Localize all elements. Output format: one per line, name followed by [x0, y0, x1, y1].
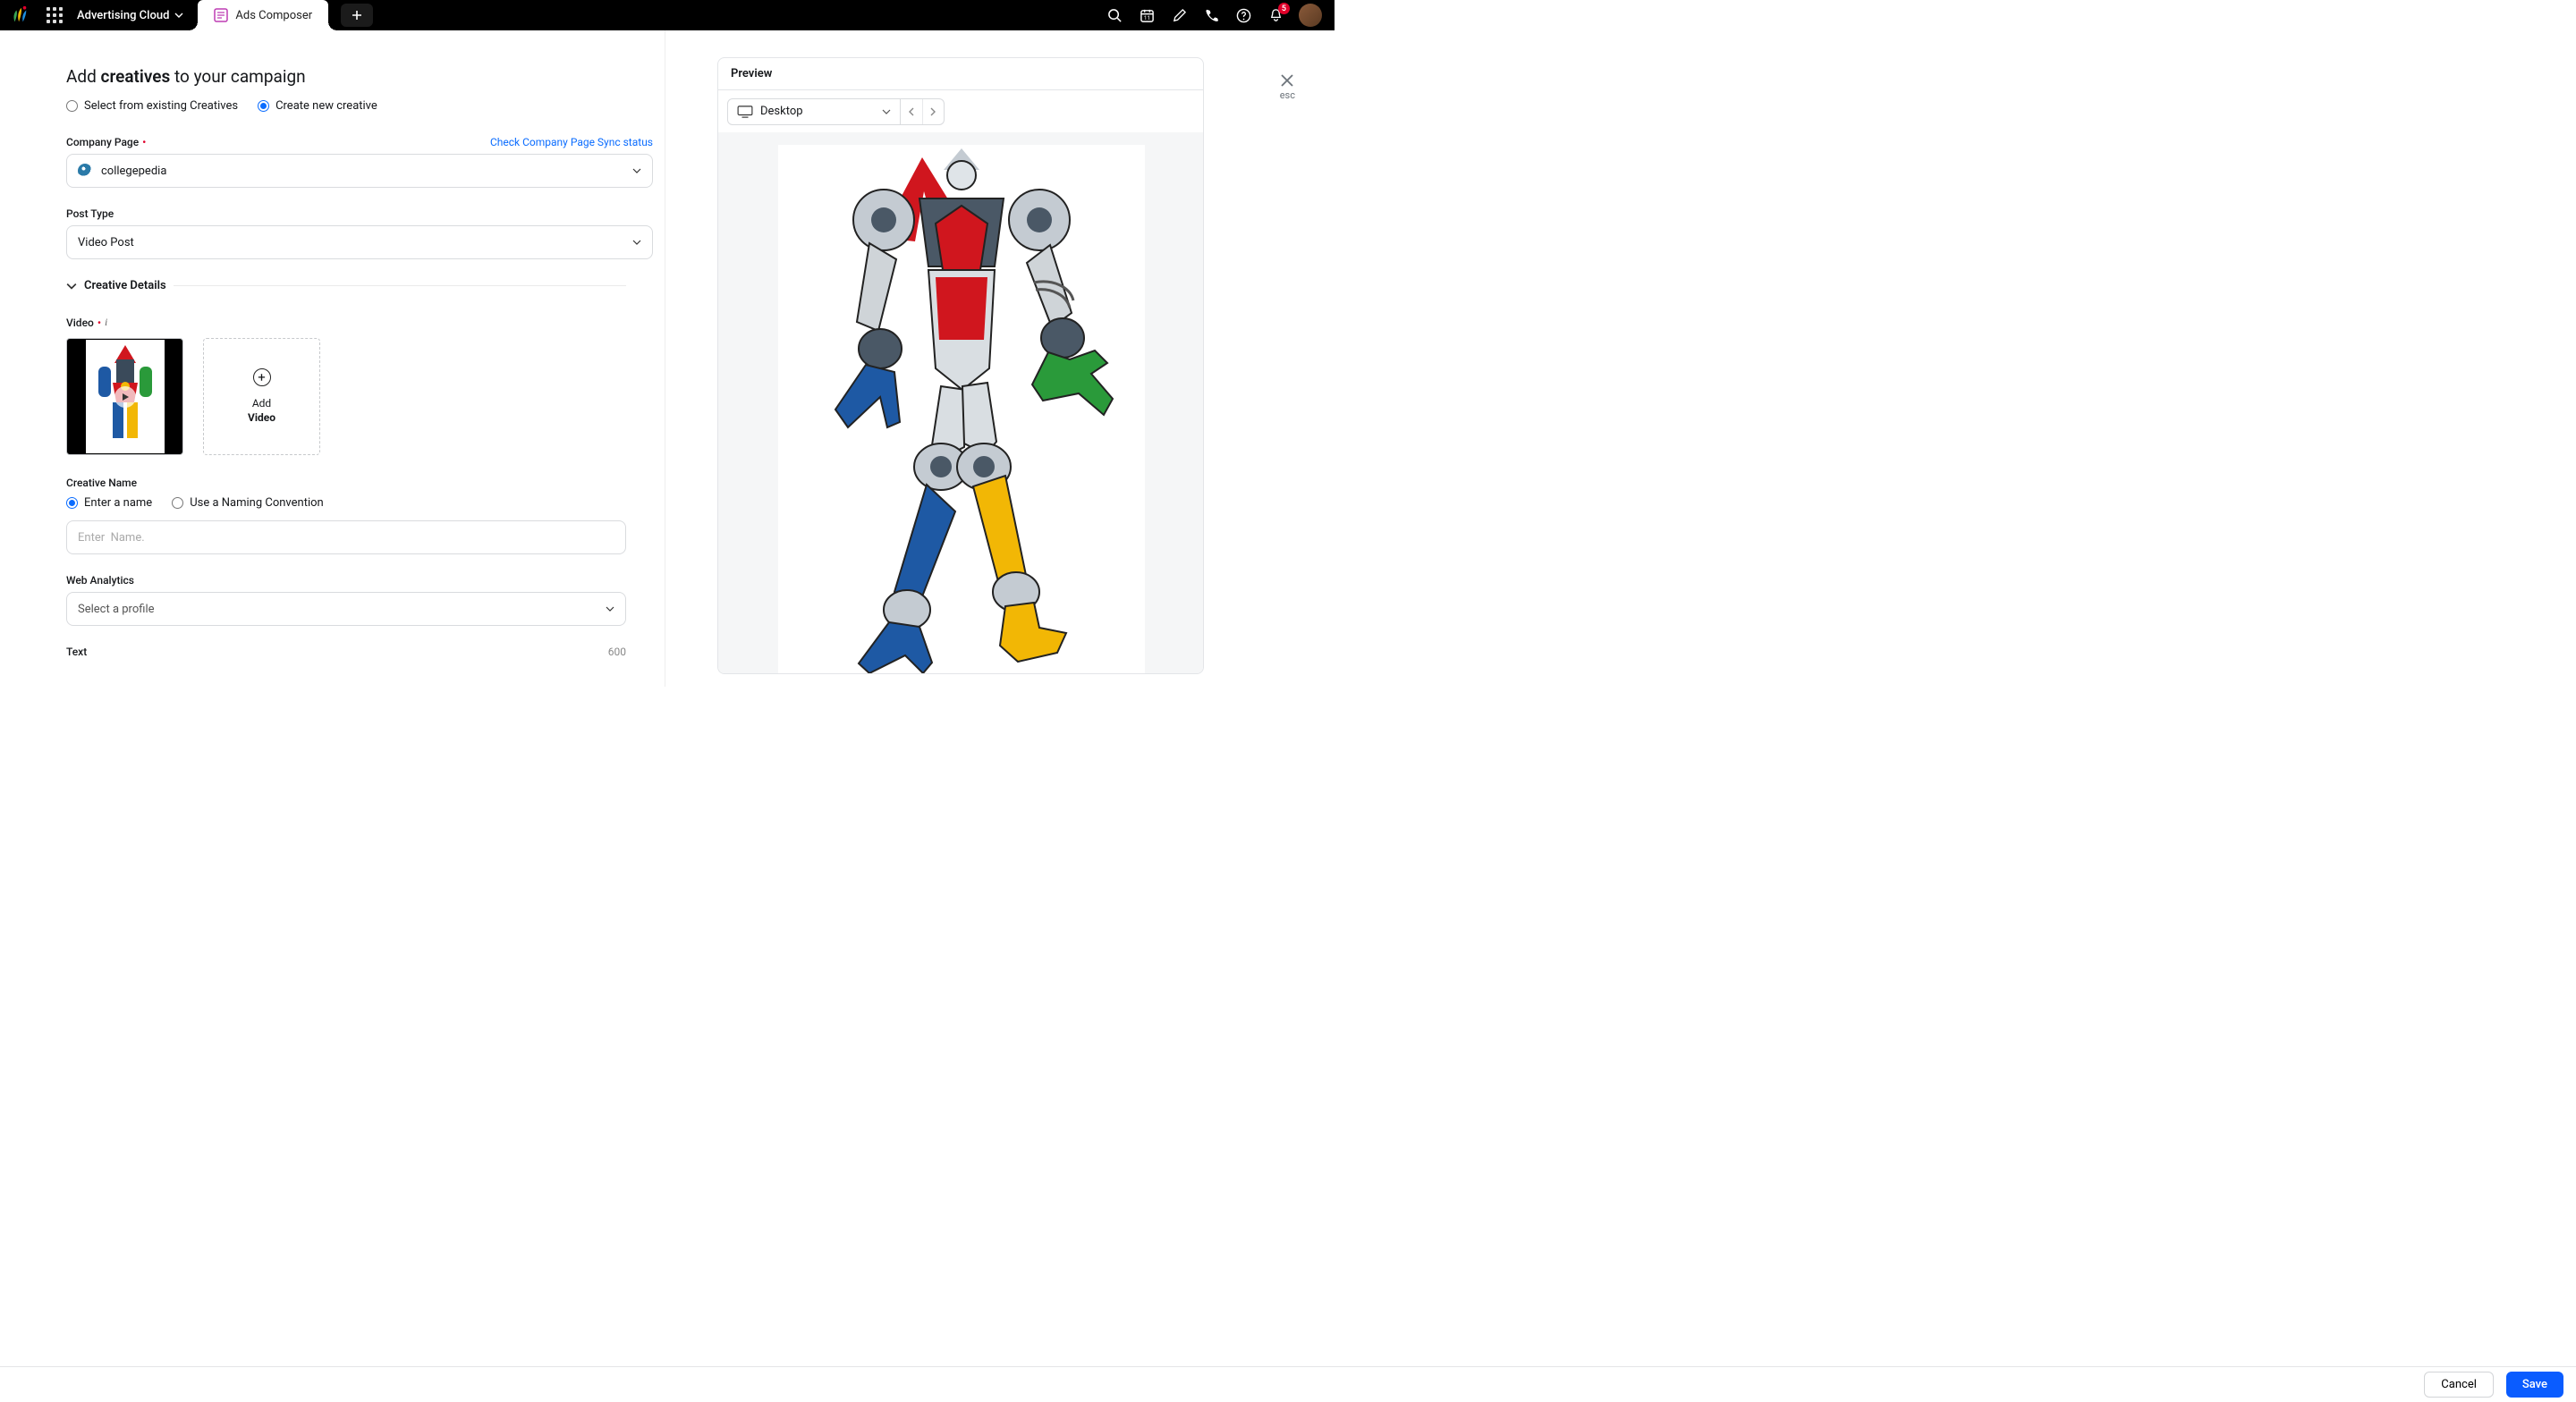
page-title: Add creatives to your campaign [66, 66, 665, 87]
preview-post [778, 145, 1145, 673]
close-icon [1280, 73, 1294, 88]
chevron-down-icon [66, 281, 77, 291]
phone-icon[interactable] [1202, 6, 1220, 24]
tab-label: Ads Composer [235, 9, 312, 22]
company-page-select[interactable]: collegepedia [66, 154, 653, 188]
desktop-icon [737, 106, 753, 118]
robot-illustration-large [784, 145, 1140, 673]
radio-naming-convention[interactable]: Use a Naming Convention [172, 496, 324, 510]
device-select[interactable]: Desktop [727, 98, 901, 125]
radio-existing-creatives[interactable]: Select from existing Creatives [66, 99, 238, 113]
footer-bar: Cancel Save [0, 1366, 2576, 1402]
company-page-label: Company Page• [66, 136, 146, 148]
new-tab-button[interactable] [341, 4, 373, 27]
post-type-select[interactable]: Video Post [66, 225, 653, 259]
app-logo[interactable] [9, 4, 30, 26]
video-label: Video• i [66, 316, 665, 329]
info-icon[interactable]: i [105, 316, 107, 329]
help-icon[interactable] [1234, 6, 1252, 24]
web-analytics-placeholder: Select a profile [78, 603, 155, 616]
preview-panel: esc Preview Desktop [665, 30, 1335, 687]
play-icon [114, 386, 136, 408]
preview-card: Preview Desktop [717, 57, 1204, 674]
company-avatar-icon [78, 164, 92, 178]
radio-existing-label: Select from existing Creatives [84, 99, 238, 113]
creative-details-section[interactable]: Creative Details [66, 279, 626, 292]
notifications-icon[interactable]: 5 [1267, 6, 1284, 24]
product-name-label: Advertising Cloud [77, 9, 169, 22]
post-type-label: Post Type [66, 207, 665, 220]
close-button[interactable]: esc [1280, 73, 1295, 101]
preview-nav-arrows [901, 98, 945, 125]
video-thumbnail[interactable] [66, 338, 183, 455]
text-char-count: 600 [608, 646, 626, 658]
radio-enter-name[interactable]: Enter a name [66, 496, 152, 510]
cancel-button[interactable]: Cancel [2424, 1372, 2494, 1398]
creative-details-label: Creative Details [84, 279, 166, 292]
web-analytics-select[interactable]: Select a profile [66, 592, 626, 626]
company-page-value: collegepedia [101, 165, 166, 178]
post-type-value: Video Post [78, 236, 134, 249]
chevron-right-icon [929, 107, 936, 116]
user-avatar[interactable] [1299, 4, 1322, 27]
chevron-left-icon [908, 107, 915, 116]
calendar-icon[interactable]: 11 [1138, 6, 1156, 24]
chevron-down-icon [606, 604, 614, 613]
web-analytics-label: Web Analytics [66, 574, 665, 587]
chevron-down-icon [632, 238, 641, 247]
device-value: Desktop [760, 105, 803, 118]
apps-grid-icon[interactable] [47, 7, 63, 23]
product-switcher[interactable]: Advertising Cloud [77, 9, 183, 22]
sync-status-link[interactable]: Check Company Page Sync status [490, 136, 653, 148]
chevron-down-icon [632, 166, 641, 175]
radio-naming-convention-label: Use a Naming Convention [190, 496, 324, 510]
notification-badge: 5 [1278, 3, 1290, 14]
creative-name-input[interactable] [66, 520, 626, 554]
preview-body [718, 132, 1203, 673]
plus-circle-icon: + [253, 368, 271, 386]
close-label: esc [1280, 89, 1295, 101]
preview-prev-button[interactable] [901, 99, 923, 124]
text-label: Text [66, 646, 87, 658]
search-icon[interactable] [1106, 6, 1123, 24]
radio-new-creative[interactable]: Create new creative [258, 99, 377, 113]
creative-name-label: Creative Name [66, 477, 665, 489]
top-bar: Advertising Cloud Ads Composer 11 5 [0, 0, 1335, 30]
preview-controls: Desktop [718, 90, 1203, 132]
name-mode-radio-group: Enter a name Use a Naming Convention [66, 496, 665, 510]
top-right-actions: 11 5 [1106, 4, 1335, 27]
compose-icon[interactable] [1170, 6, 1188, 24]
save-button[interactable]: Save [2506, 1372, 2563, 1398]
radio-new-label: Create new creative [275, 99, 377, 113]
radio-enter-name-label: Enter a name [84, 496, 152, 510]
form-panel: Add creatives to your campaign Select fr… [0, 30, 665, 687]
svg-text:11: 11 [1143, 14, 1149, 21]
creative-source-radio-group: Select from existing Creatives Create ne… [66, 99, 665, 113]
add-video-button[interactable]: + Add Video [203, 338, 320, 455]
preview-header: Preview [718, 58, 1203, 90]
tab-ads-composer[interactable]: Ads Composer [198, 0, 328, 30]
chevron-down-icon [882, 107, 891, 116]
preview-next-button[interactable] [923, 99, 945, 124]
